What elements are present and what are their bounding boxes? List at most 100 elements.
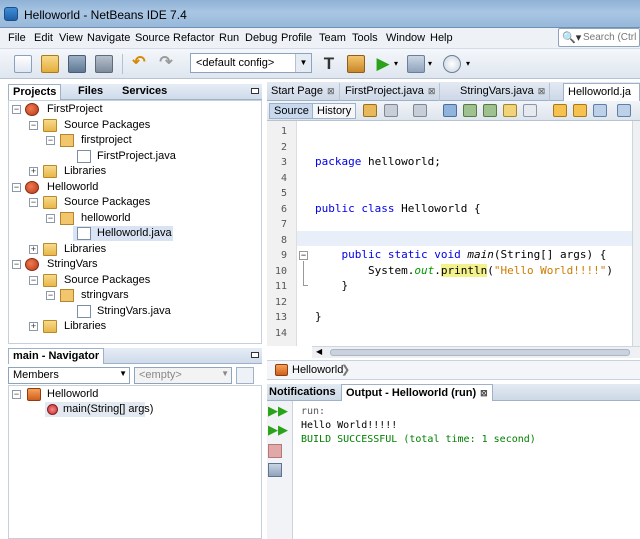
hammer-build-icon[interactable]: T [320,55,338,73]
next-bookmark-icon[interactable] [573,104,587,117]
tab-output-run[interactable]: Output - Helloworld (run) ⊠ [341,384,493,401]
forward-icon[interactable] [413,104,427,117]
new-project-icon[interactable] [41,55,59,73]
navigator-class-node[interactable]: − Helloworld [9,387,259,402]
tab-start-page[interactable]: Start Page ⊠ [267,83,340,101]
debug-dropdown-icon[interactable]: ▾ [428,59,432,68]
collapse-icon[interactable]: − [46,291,55,300]
breadcrumb-item[interactable]: Helloworld [292,364,343,376]
save-all-icon[interactable] [95,55,113,73]
menu-source[interactable]: Source [135,32,170,44]
collapse-icon[interactable]: − [29,276,38,285]
tab-stringvars-java[interactable]: StringVars.java ⊠ [456,83,551,101]
filter-select[interactable]: <empty> ▼ [134,367,232,384]
vertical-scrollbar[interactable] [632,121,640,346]
horizontal-scrollbar[interactable]: ◀ [312,346,640,358]
tab-files[interactable]: Files [74,84,107,100]
code-editor[interactable]: − package helloworld; public class Hello… [297,121,632,346]
tree-node-package[interactable]: − helloworld [9,211,259,226]
collapse-icon[interactable]: − [12,105,21,114]
menu-refactor[interactable]: Refactor [173,32,215,44]
tree-node-folder[interactable]: − Source Packages [9,118,259,133]
profile-icon[interactable] [443,55,461,73]
tree-node-folder[interactable]: − Source Packages [9,273,259,288]
history-button[interactable]: History [312,103,357,119]
menu-file[interactable]: File [8,32,26,44]
tree-node-project[interactable]: − StringVars [9,257,259,272]
collapse-icon[interactable]: − [29,198,38,207]
collapse-icon[interactable]: − [46,136,55,145]
collapse-icon[interactable]: − [46,214,55,223]
collapse-icon[interactable]: − [29,121,38,130]
search-input[interactable]: 🔍▾ Search (Ctrl [558,28,640,47]
redo-icon[interactable]: ↷ [157,55,175,73]
close-icon[interactable]: ⊠ [428,86,436,96]
tree-node-java-file[interactable]: FirstProject.java [9,149,259,164]
output-console[interactable]: run: Hello World!!!!! BUILD SUCCESSFUL (… [293,401,640,539]
expand-icon[interactable]: + [29,167,38,176]
rerun-icon[interactable]: ▶▶ [268,404,288,418]
tree-node-folder[interactable]: − Source Packages [9,195,259,210]
tree-node-libraries[interactable]: + Libraries [9,242,259,257]
run-dropdown-icon[interactable]: ▾ [394,59,398,68]
settings-icon[interactable] [268,463,282,477]
run-icon[interactable]: ▶ [374,55,392,73]
collapse-icon[interactable]: − [12,183,21,192]
menu-window[interactable]: Window [386,32,425,44]
menu-view[interactable]: View [59,32,83,44]
minimize-icon[interactable] [251,352,259,358]
close-icon[interactable]: ⊠ [327,86,335,96]
tab-firstproject-java[interactable]: FirstProject.java ⊠ [341,83,441,101]
menu-tools[interactable]: Tools [352,32,378,44]
open-project-icon[interactable] [68,55,86,73]
profile-dropdown-icon[interactable]: ▾ [466,59,470,68]
minimize-icon[interactable] [251,88,259,94]
find-icon[interactable] [443,104,457,117]
toggle-bookmark-icon[interactable] [593,104,607,117]
source-button[interactable]: Source [269,103,314,119]
menu-debug[interactable]: Debug [245,32,277,44]
navigator-options-icon[interactable] [236,367,254,384]
toggle-highlight-icon[interactable] [503,104,517,117]
scrollbar-thumb[interactable] [330,349,630,356]
collapse-icon[interactable]: − [12,390,21,399]
tree-node-project[interactable]: − FirstProject [9,102,259,117]
tab-helloworld-java[interactable]: Helloworld.ja [563,83,640,101]
navigator-method-node[interactable]: main(String[] args) [45,402,153,417]
scroll-left-icon[interactable]: ◀ [316,347,322,356]
menu-profile[interactable]: Profile [281,32,312,44]
undo-icon[interactable]: ↶ [130,55,148,73]
configuration-select[interactable]: <default config> ▼ [190,53,312,73]
tab-notifications[interactable]: Notifications [269,386,336,398]
menu-edit[interactable]: Edit [34,32,53,44]
menu-help[interactable]: Help [430,32,453,44]
tree-node-libraries[interactable]: + Libraries [9,319,259,334]
expand-icon[interactable]: + [29,245,38,254]
tree-node-java-file-selected[interactable]: Helloworld.java [73,226,173,241]
toggle-selection-icon[interactable] [523,104,537,117]
previous-bookmark-icon[interactable] [553,104,567,117]
navigator-title[interactable]: main - Navigator [8,348,105,364]
tab-services[interactable]: Services [118,84,171,100]
tree-node-java-file[interactable]: StringVars.java [9,304,259,319]
find-previous-icon[interactable] [463,104,477,117]
collapse-icon[interactable]: − [12,260,21,269]
tab-projects[interactable]: Projects [8,84,62,100]
tree-node-libraries[interactable]: + Libraries [9,164,259,179]
shift-left-icon[interactable] [617,104,631,117]
last-edit-icon[interactable] [363,104,377,117]
back-icon[interactable] [384,104,398,117]
tree-node-project[interactable]: − Helloworld [9,180,259,195]
tree-node-package[interactable]: − firstproject [9,133,259,148]
tree-node-package[interactable]: − stringvars [9,288,259,303]
stop-icon[interactable] [268,444,282,458]
code-fold-icon[interactable]: − [299,251,308,260]
new-file-icon[interactable] [14,55,32,73]
clean-build-icon[interactable] [347,55,365,73]
find-next-icon[interactable] [483,104,497,117]
close-icon[interactable]: ⊠ [480,388,488,398]
debug-icon[interactable] [407,55,425,73]
menu-run[interactable]: Run [219,32,239,44]
expand-icon[interactable]: + [29,322,38,331]
members-select[interactable]: Members ▼ [8,367,130,384]
